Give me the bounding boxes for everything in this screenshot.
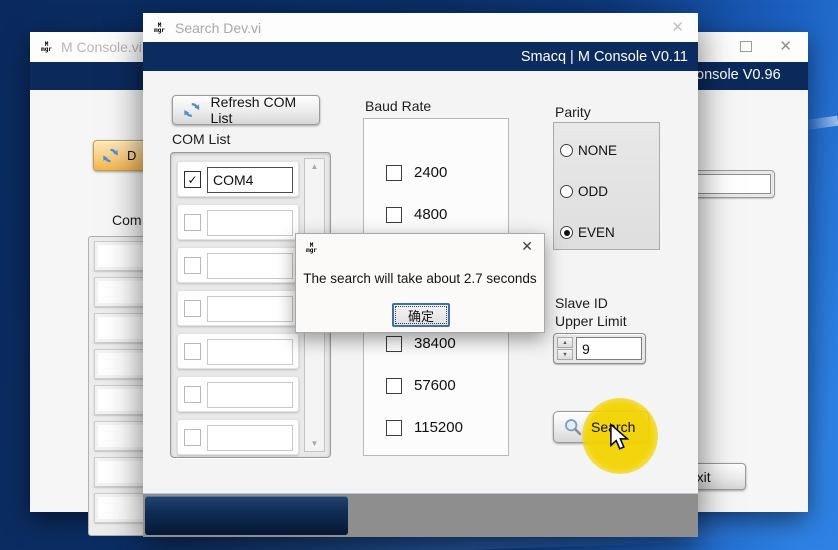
window-title: M Console.vi <box>61 38 142 55</box>
vi-icon: M mgr <box>154 21 165 34</box>
parity-option-odd[interactable]: ODD <box>560 184 608 199</box>
refresh-com-list-button[interactable]: Refresh COM List <box>172 94 320 126</box>
radio-unselected[interactable] <box>560 185 573 198</box>
vi-icon: M mgr <box>306 241 317 254</box>
slave-id-label-line2: Upper Limit <box>555 313 627 329</box>
checkbox-checked[interactable]: ✓ <box>184 171 201 188</box>
com-port-field[interactable] <box>207 425 293 451</box>
com-list-row[interactable] <box>177 204 299 240</box>
close-icon[interactable]: ✕ <box>779 37 792 55</box>
com-list-row[interactable] <box>177 333 299 369</box>
baud-option-38400[interactable]: 38400 <box>386 335 456 352</box>
com-list-label: COM List <box>172 131 231 147</box>
com-port-field[interactable] <box>207 253 293 279</box>
window-title: Search Dev.vi <box>175 19 262 36</box>
checkbox-unchecked[interactable] <box>184 429 201 446</box>
spinner-down-icon[interactable]: ▼ <box>557 349 573 360</box>
radio-selected[interactable] <box>560 226 573 239</box>
com-port-field[interactable] <box>207 296 293 322</box>
com-list-row[interactable] <box>177 419 299 455</box>
com-list-row[interactable] <box>177 376 299 412</box>
refresh-com-list-label: Refresh COM List <box>210 94 297 126</box>
com-label: Com <box>112 212 142 228</box>
checkbox-unchecked[interactable] <box>184 214 201 231</box>
close-icon[interactable]: ✕ <box>671 18 684 36</box>
com-port-field[interactable]: COM4 <box>207 167 293 193</box>
desktop: M mgr M Console.vi ✕ onsole V0.96 D Com … <box>0 0 838 550</box>
checkbox-unchecked[interactable] <box>386 164 402 181</box>
checkbox-unchecked[interactable] <box>184 343 201 360</box>
dialog-message: The search will take about 2.7 seconds <box>303 271 537 286</box>
com-list-row[interactable] <box>177 290 299 326</box>
search-time-dialog: M mgr ✕ The search will take about 2.7 s… <box>295 233 545 333</box>
com-list-row[interactable] <box>177 247 299 283</box>
checkbox-unchecked[interactable] <box>184 300 201 317</box>
maximize-icon[interactable] <box>740 41 752 52</box>
vi-icon: M mgr <box>41 40 52 53</box>
scroll-up-icon[interactable]: ▲ <box>305 162 324 171</box>
checkbox-unchecked[interactable] <box>386 335 402 352</box>
header-version-text: Smacq | M Console V0.11 <box>520 48 688 65</box>
refresh-icon <box>184 102 200 118</box>
progress-bar <box>145 496 348 535</box>
radio-unselected[interactable] <box>560 144 573 157</box>
com-port-field[interactable] <box>207 210 293 236</box>
checkbox-unchecked[interactable] <box>386 206 402 223</box>
baud-option-2400[interactable]: 2400 <box>386 164 447 181</box>
ok-button[interactable]: 确定 <box>392 303 450 327</box>
com-port-field[interactable] <box>207 339 293 365</box>
status-bar <box>143 493 698 537</box>
slave-id-spinner[interactable]: ▲ ▼ 9 <box>553 333 646 364</box>
checkmark-icon: ✓ <box>187 172 198 187</box>
checkbox-unchecked[interactable] <box>184 257 201 274</box>
magnifier-icon <box>565 419 582 436</box>
ok-button-label: 确定 <box>407 308 434 324</box>
detect-button-label: D <box>127 148 137 163</box>
baud-rate-label: Baud Rate <box>365 98 432 114</box>
parity-option-even[interactable]: EVEN <box>560 225 615 240</box>
com-list-row[interactable]: ✓ COM4 <box>177 161 299 197</box>
mouse-cursor <box>610 423 630 450</box>
parity-label: Parity <box>555 104 591 120</box>
checkbox-unchecked[interactable] <box>386 419 402 436</box>
baud-option-57600[interactable]: 57600 <box>386 377 456 394</box>
baud-option-115200[interactable]: 115200 <box>386 419 463 436</box>
checkbox-unchecked[interactable] <box>386 377 402 394</box>
com-port-field[interactable] <box>207 382 293 408</box>
slave-id-value[interactable]: 9 <box>576 337 642 360</box>
spinner-up-icon[interactable]: ▲ <box>557 337 573 348</box>
header-version-text: onsole V0.96 <box>696 67 781 83</box>
checkbox-unchecked[interactable] <box>184 386 201 403</box>
search-dev-header-banner: Smacq | M Console V0.11 <box>143 42 698 71</box>
scroll-down-icon[interactable]: ▼ <box>305 439 324 448</box>
parity-box: NONE ODD EVEN <box>553 122 660 250</box>
baud-option-4800[interactable]: 4800 <box>386 206 447 223</box>
refresh-icon <box>103 148 118 163</box>
close-icon[interactable]: ✕ <box>521 238 533 255</box>
search-dev-titlebar[interactable]: M mgr Search Dev.vi ✕ <box>143 13 698 42</box>
wallpaper-streak <box>803 115 838 131</box>
parity-option-none[interactable]: NONE <box>560 143 617 158</box>
slave-id-label-line1: Slave ID <box>555 295 608 311</box>
